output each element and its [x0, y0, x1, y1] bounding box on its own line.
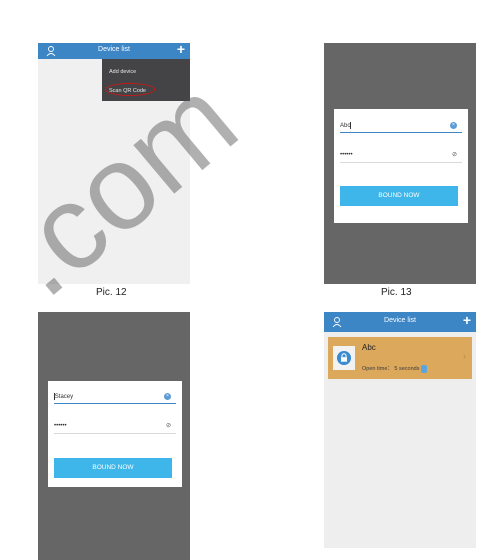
bound-now-button[interactable]: BOUND NOW — [340, 186, 458, 206]
device-card[interactable]: Abc Open time： 5 seconds › — [328, 337, 472, 379]
open-time: Open time： 5 seconds — [362, 364, 428, 373]
caption-pic13: Pic. 13 — [381, 287, 412, 298]
password-value: •••••• — [340, 152, 353, 158]
page-title: Device list — [384, 317, 416, 324]
lock-tile — [333, 346, 355, 370]
password-field[interactable]: •••••• ⊘ — [54, 420, 176, 434]
username-value: Stacey — [54, 394, 74, 401]
phone-screen-pic14: Stacey × •••••• ⊘ BOUND NOW — [38, 312, 190, 560]
bound-now-button[interactable]: BOUND NOW — [54, 458, 172, 478]
device-name: Abc — [362, 343, 376, 352]
bind-dialog: Stacey × •••••• ⊘ BOUND NOW — [48, 381, 182, 487]
username-value: Abc — [340, 123, 351, 130]
open-time-label: Open time： 5 seconds — [362, 366, 420, 372]
username-field[interactable]: Stacey × — [54, 390, 176, 404]
password-value: •••••• — [54, 423, 67, 429]
hide-password-icon[interactable]: ⊘ — [166, 422, 171, 429]
clear-icon[interactable]: × — [450, 122, 457, 129]
lock-icon — [337, 351, 351, 365]
menu-item-add-device[interactable]: Add device — [109, 69, 136, 75]
top-bar: Device list + — [324, 312, 476, 332]
username-field[interactable]: Abc × — [340, 119, 462, 133]
page-title: Device list — [98, 46, 130, 53]
bluetooth-icon — [421, 364, 428, 373]
password-field[interactable]: •••••• ⊘ — [340, 149, 462, 163]
chevron-right-icon: › — [463, 351, 466, 361]
phone-screen-pic13: Abc × •••••• ⊘ BOUND NOW — [324, 43, 476, 284]
add-icon[interactable]: + — [177, 41, 185, 57]
top-bar: Device list + — [38, 41, 190, 59]
clear-icon[interactable]: × — [164, 393, 171, 400]
phone-screen-pic15: Device list + Abc Open time： 5 seconds › — [324, 312, 476, 548]
add-icon[interactable]: + — [463, 312, 471, 328]
bind-dialog: Abc × •••••• ⊘ BOUND NOW — [334, 109, 468, 223]
hide-password-icon[interactable]: ⊘ — [452, 151, 457, 158]
